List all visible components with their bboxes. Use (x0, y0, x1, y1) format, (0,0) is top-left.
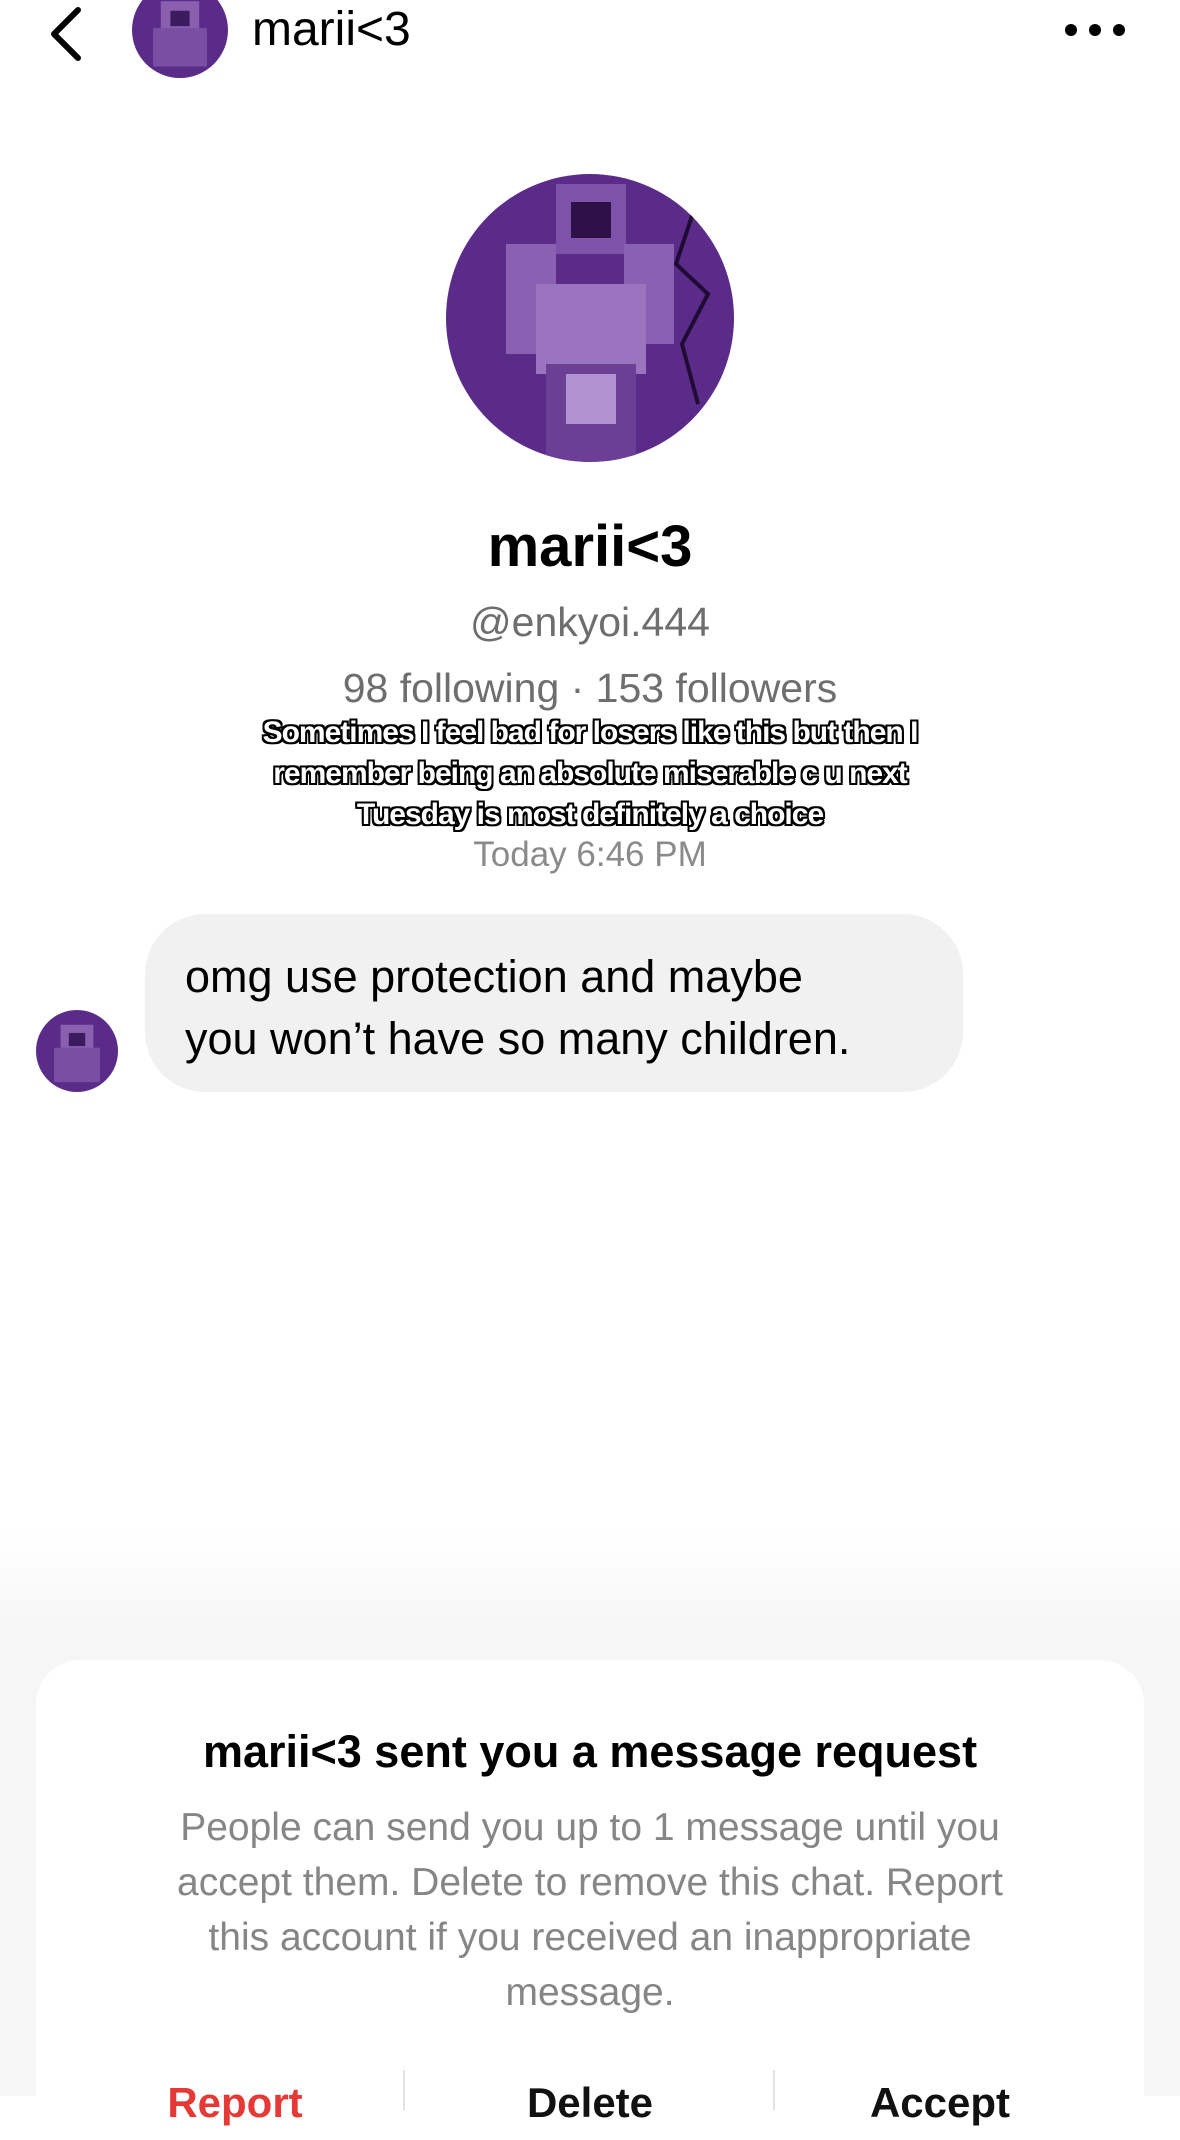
more-options-button[interactable] (1060, 10, 1130, 50)
report-button[interactable]: Report (70, 2078, 400, 2128)
profile-handle: @enkyoi.444 (470, 599, 710, 645)
request-description-line: People can send you up to 1 message unti… (180, 1806, 1000, 1849)
profile-name: marii<3 (487, 514, 693, 579)
header-avatar[interactable] (132, 0, 228, 78)
message-bubble[interactable]: omg use protection and maybe you won’t h… (145, 914, 963, 1092)
message-text-line: you won’t have so many children. (185, 1013, 851, 1064)
message-timestamp: Today 6:46 PM (473, 835, 707, 874)
request-description: People can send you up to 1 message unti… (110, 1800, 1070, 2020)
caption-line: Sometimes I feel bad for losers like thi… (262, 716, 919, 749)
delete-button[interactable]: Delete (425, 2078, 755, 2128)
message-text-line: omg use protection and maybe (185, 951, 803, 1002)
profile-stats: 98 following · 153 followers (342, 665, 838, 711)
request-description-line: this account if you received an inapprop… (208, 1916, 972, 1959)
more-horizontal-icon (1065, 24, 1125, 36)
caption-overlay: Sometimes I feel bad for losers like thi… (170, 712, 1010, 835)
caption-line: Tuesday is most definitely a choice (356, 798, 824, 831)
back-button[interactable] (40, 4, 100, 64)
caption-line: remember being an absolute miserable c u… (273, 757, 908, 790)
chevron-left-icon (51, 7, 81, 61)
header-title[interactable]: marii<3 (252, 0, 411, 60)
action-divider (403, 2070, 405, 2110)
sender-avatar[interactable] (36, 1010, 118, 1092)
request-description-line: accept them. Delete to remove this chat.… (177, 1861, 1003, 1904)
request-description-line: message. (505, 1971, 675, 2014)
profile-avatar[interactable] (446, 174, 734, 462)
request-title: marii<3 sent you a message request (202, 1726, 978, 1777)
accept-button[interactable]: Accept (775, 2078, 1105, 2128)
